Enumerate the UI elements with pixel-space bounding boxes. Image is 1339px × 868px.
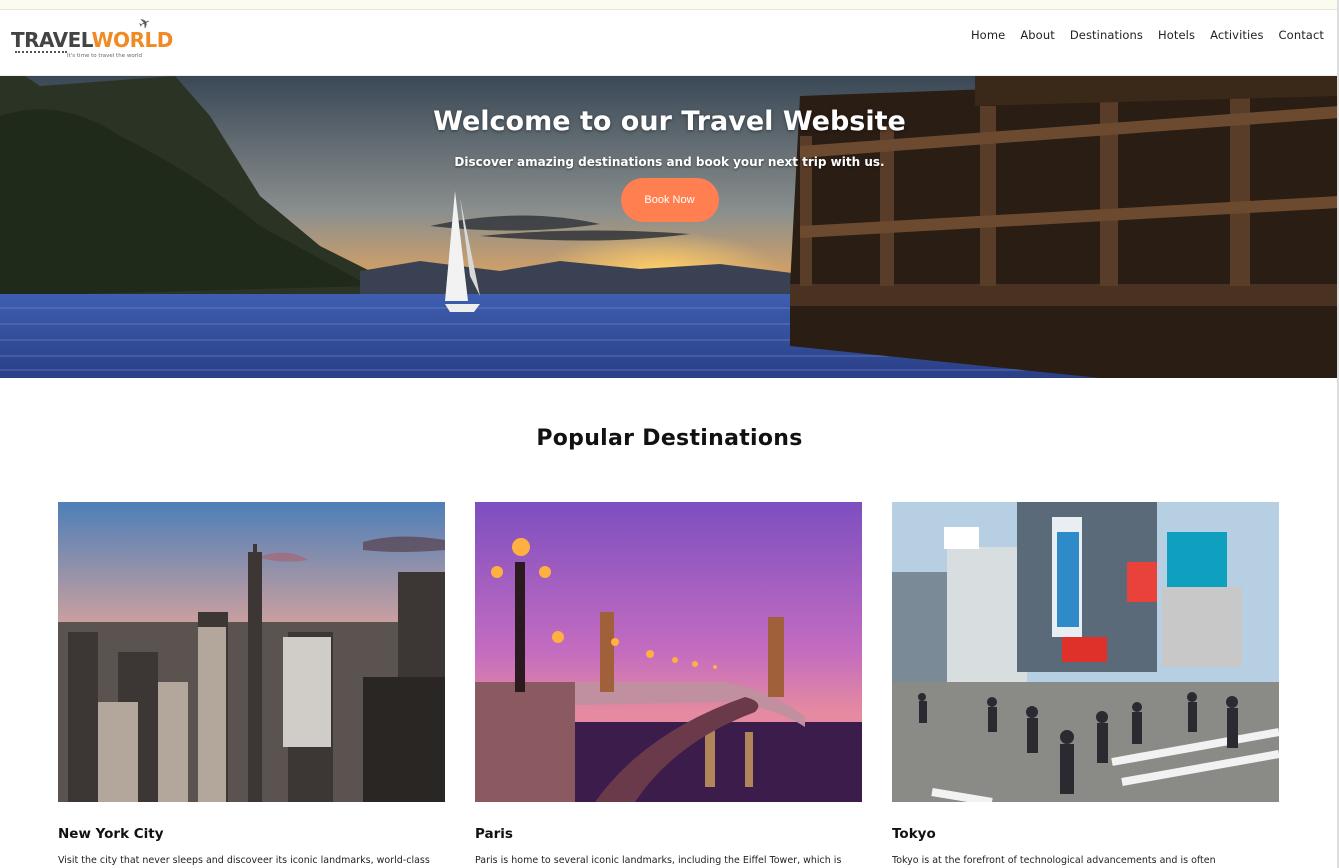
destination-description: Tokyo is at the forefront of technologic… [892,855,1216,866]
hero-title: Welcome to our Travel Website [433,106,906,137]
section-title-popular-destinations: Popular Destinations [536,426,803,451]
nav-hotels[interactable]: Hotels [1158,28,1195,42]
browser-top-strip [0,0,1339,10]
destination-name[interactable]: New York City [58,826,445,842]
nav-home[interactable]: Home [971,28,1005,42]
nav-destinations[interactable]: Destinations [1070,28,1143,42]
site-logo[interactable]: TRAVELWORLD It's time to travel the worl… [11,14,173,66]
logo-dotted-path [15,51,67,53]
destination-description: Visit the city that never sleeps and dis… [58,855,430,866]
destination-name[interactable]: Tokyo [892,826,1279,842]
destination-cards: New York City Visit the city that never … [58,502,1280,868]
nav-contact[interactable]: Contact [1279,28,1324,42]
destination-card-new-york[interactable]: New York City Visit the city that never … [58,502,445,868]
logo-part-travel: TRAVEL [11,28,92,52]
new-york-image[interactable] [58,502,445,802]
hero-subtitle: Discover amazing destinations and book y… [454,155,885,169]
nav-about[interactable]: About [1020,28,1055,42]
site-header: TRAVELWORLD It's time to travel the worl… [0,10,1339,76]
logo-wordmark: TRAVELWORLD [11,28,173,52]
tokyo-image[interactable] [892,502,1279,802]
logo-part-world: WORLD [91,28,174,52]
destination-card-paris[interactable]: Paris Paris is home to several iconic la… [475,502,862,868]
destination-name[interactable]: Paris [475,826,862,842]
paris-image[interactable] [475,502,862,802]
nav-activities[interactable]: Activities [1210,28,1263,42]
hero-banner: Welcome to our Travel Website Discover a… [0,76,1339,378]
main-nav: Home About Destinations Hotels Activitie… [956,28,1324,42]
hero-copy: Welcome to our Travel Website Discover a… [0,106,1339,222]
destination-description: Paris is home to several iconic landmark… [475,855,842,866]
logo-tagline: It's time to travel the world [67,53,142,59]
destination-card-tokyo[interactable]: Tokyo Tokyo is at the forefront of techn… [892,502,1279,868]
book-now-button[interactable]: Book Now [620,178,719,222]
